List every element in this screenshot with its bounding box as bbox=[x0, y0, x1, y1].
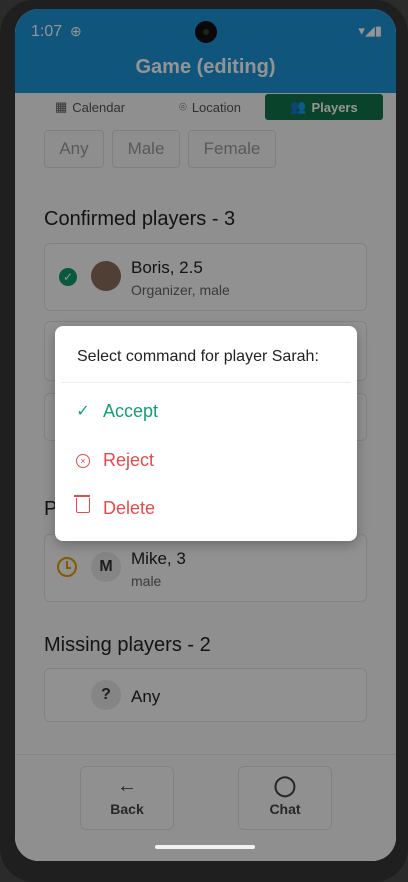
screen: 1:07 ⊕ ▾◢▮ Game (editing) ▦ Calendar ⌾ L… bbox=[15, 9, 396, 861]
home-indicator[interactable] bbox=[155, 845, 255, 849]
command-dialog: Select command for player Sarah: ✓ Accep… bbox=[55, 326, 357, 541]
delete-label: Delete bbox=[103, 497, 156, 518]
accept-label: Accept bbox=[103, 400, 159, 421]
accept-option[interactable]: ✓ Accept bbox=[75, 396, 158, 426]
delete-option[interactable]: Delete bbox=[74, 493, 156, 523]
reject-label: Reject bbox=[103, 449, 155, 470]
x-circle-icon: × bbox=[75, 451, 91, 469]
trash-icon bbox=[74, 495, 91, 518]
check-icon: ✓ bbox=[76, 403, 90, 420]
phone-frame: 1:07 ⊕ ▾◢▮ Game (editing) ▦ Calendar ⌾ L… bbox=[0, 0, 408, 882]
dialog-title: Select command for player Sarah: bbox=[77, 348, 319, 365]
reject-option[interactable]: × Reject bbox=[75, 445, 154, 475]
divider bbox=[61, 382, 351, 383]
